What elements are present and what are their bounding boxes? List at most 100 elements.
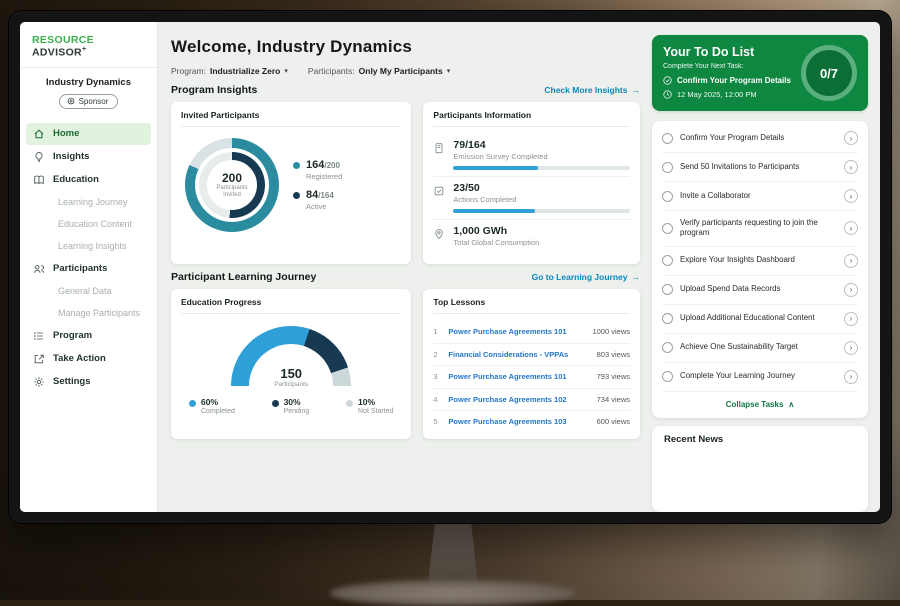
participants-filter-value: Only My Participants [359,66,443,76]
task-label: Achieve One Sustainability Target [680,342,837,352]
location-pin-icon [433,225,445,247]
lesson-rank: 2 [433,350,441,359]
chevron-right-icon[interactable]: › [844,312,858,326]
learning-journey-header: Participant Learning Journey Go to Learn… [171,271,640,283]
sidebar-item-participants[interactable]: Participants [26,258,151,280]
stat-label: Actions Completed [453,195,630,204]
sidebar-item-label: Education [53,174,99,185]
lesson-link[interactable]: Power Purchase Agreements 103 [448,417,589,426]
todo-task-row[interactable]: Verify participants requesting to join t… [662,211,858,247]
todo-task-list: Confirm Your Program Details › Send 50 I… [652,121,868,418]
chevron-right-icon[interactable]: › [844,160,858,174]
sidebar: RESOURCE ADVISOR+ Industry Dynamics Spon… [20,22,158,512]
program-filter-dropdown[interactable]: Program: Industrialize Zero ▾ [171,66,288,76]
lesson-link[interactable]: Power Purchase Agreements 101 [448,327,585,336]
lesson-views: 734 views [597,395,630,404]
sidebar-item-learning-journey[interactable]: Learning Journey [26,192,151,213]
task-label: Explore Your Insights Dashboard [680,255,837,265]
collapse-tasks-button[interactable]: Collapse Tasks ∧ [662,392,858,418]
todo-next-task-label: Confirm Your Program Details [677,76,791,85]
task-checkbox[interactable] [662,133,673,144]
task-checkbox[interactable] [662,223,673,234]
participants-filter-dropdown[interactable]: Participants: Only My Participants ▾ [308,66,450,76]
sidebar-item-learning-insights[interactable]: Learning Insights [26,236,151,257]
go-to-learning-journey-link[interactable]: Go to Learning Journey → [532,272,640,282]
stat-value: 79/164 [453,139,630,151]
sponsor-badge[interactable]: Sponsor [59,94,119,109]
gauge-center-value: 150 [231,366,351,381]
chevron-right-icon[interactable]: › [844,221,858,235]
todo-next-task[interactable]: Confirm Your Program Details [663,76,793,85]
todo-task-row[interactable]: Confirm Your Program Details › [662,124,858,153]
learning-journey-title: Participant Learning Journey [171,271,316,283]
sidebar-item-home[interactable]: Home [26,123,151,145]
legend-label: Registered [306,172,342,181]
task-checkbox[interactable] [662,342,673,353]
stat-label: Emission Survey Completed [453,152,630,161]
todo-task-row[interactable]: Invite a Collaborator › [662,182,858,211]
stat-actions-completed: 23/50 Actions Completed [433,177,630,220]
sidebar-item-insights[interactable]: Insights [26,146,151,168]
chevron-right-icon[interactable]: › [844,189,858,203]
stat-emission-survey: 79/164 Emission Survey Completed [433,134,630,177]
lesson-link[interactable]: Financial Considerations - VPPAs [448,350,589,359]
home-icon [33,128,45,140]
participants-information-title: Participants Information [433,110,630,127]
todo-task-row[interactable]: Complete Your Learning Journey › [662,363,858,392]
sidebar-item-education[interactable]: Education [26,169,151,191]
top-lessons-title: Top Lessons [433,297,630,314]
todo-task-row[interactable]: Send 50 Invitations to Participants › [662,153,858,182]
task-checkbox[interactable] [662,284,673,295]
todo-task-row[interactable]: Upload Spend Data Records › [662,276,858,305]
task-label: Complete Your Learning Journey [680,371,837,381]
lesson-link[interactable]: Power Purchase Agreements 101 [448,372,589,381]
legend-item-active: 84/164 Active [293,189,342,211]
invited-participants-title: Invited Participants [181,110,401,127]
chevron-right-icon[interactable]: › [844,131,858,145]
sidebar-item-program[interactable]: Program [26,325,151,347]
legend-item-pending: 30% Pending [272,397,310,415]
lesson-link[interactable]: Power Purchase Agreements 102 [448,395,589,404]
todo-task-row[interactable]: Achieve One Sustainability Target › [662,334,858,363]
program-filter-label: Program: [171,66,206,76]
invited-donut-chart: 200 Participants Invited [185,138,279,232]
lesson-row: 3 Power Purchase Agreements 101 793 view… [433,366,630,389]
check-more-insights-link[interactable]: Check More Insights → [544,85,640,95]
org-block: Industry Dynamics Sponsor [20,68,157,117]
todo-panel: Your To Do List Complete Your Next Task:… [652,22,880,512]
chevron-right-icon[interactable]: › [844,254,858,268]
sidebar-item-label: Settings [53,376,90,387]
chevron-right-icon[interactable]: › [844,341,858,355]
chevron-right-icon[interactable]: › [844,283,858,297]
lesson-rank: 1 [433,327,441,336]
task-checkbox[interactable] [662,191,673,202]
legend-dot [189,400,196,407]
stat-value: 23/50 [453,182,630,194]
chevron-down-icon: ▾ [284,67,288,75]
chevron-right-icon[interactable]: › [844,370,858,384]
sidebar-item-general-data[interactable]: General Data [26,281,151,302]
brand-secondary: ADVISOR [32,47,82,59]
task-checkbox[interactable] [662,162,673,173]
survey-progress-fill [453,166,538,170]
todo-task-row[interactable]: Upload Additional Educational Content › [662,305,858,334]
sponsor-icon [67,97,75,105]
gear-icon [33,376,45,388]
legend-value: 84 [306,189,318,201]
page-title: Welcome, Industry Dynamics [171,37,640,57]
clock-icon [663,90,672,99]
lesson-row: 1 Power Purchase Agreements 101 1000 vie… [433,321,630,344]
legend-dot [346,400,353,407]
sidebar-item-education-content[interactable]: Education Content [26,214,151,235]
lesson-views: 1000 views [592,327,630,336]
sidebar-item-settings[interactable]: Settings [26,371,151,393]
book-icon [33,174,45,186]
todo-task-row[interactable]: Explore Your Insights Dashboard › [662,247,858,276]
task-checkbox[interactable] [662,313,673,324]
sidebar-item-take-action[interactable]: Take Action [26,348,151,370]
task-checkbox[interactable] [662,255,673,266]
task-label: Verify participants requesting to join t… [680,218,837,239]
sidebar-item-manage-participants[interactable]: Manage Participants [26,303,151,324]
task-checkbox[interactable] [662,371,673,382]
lesson-views: 793 views [597,372,630,381]
